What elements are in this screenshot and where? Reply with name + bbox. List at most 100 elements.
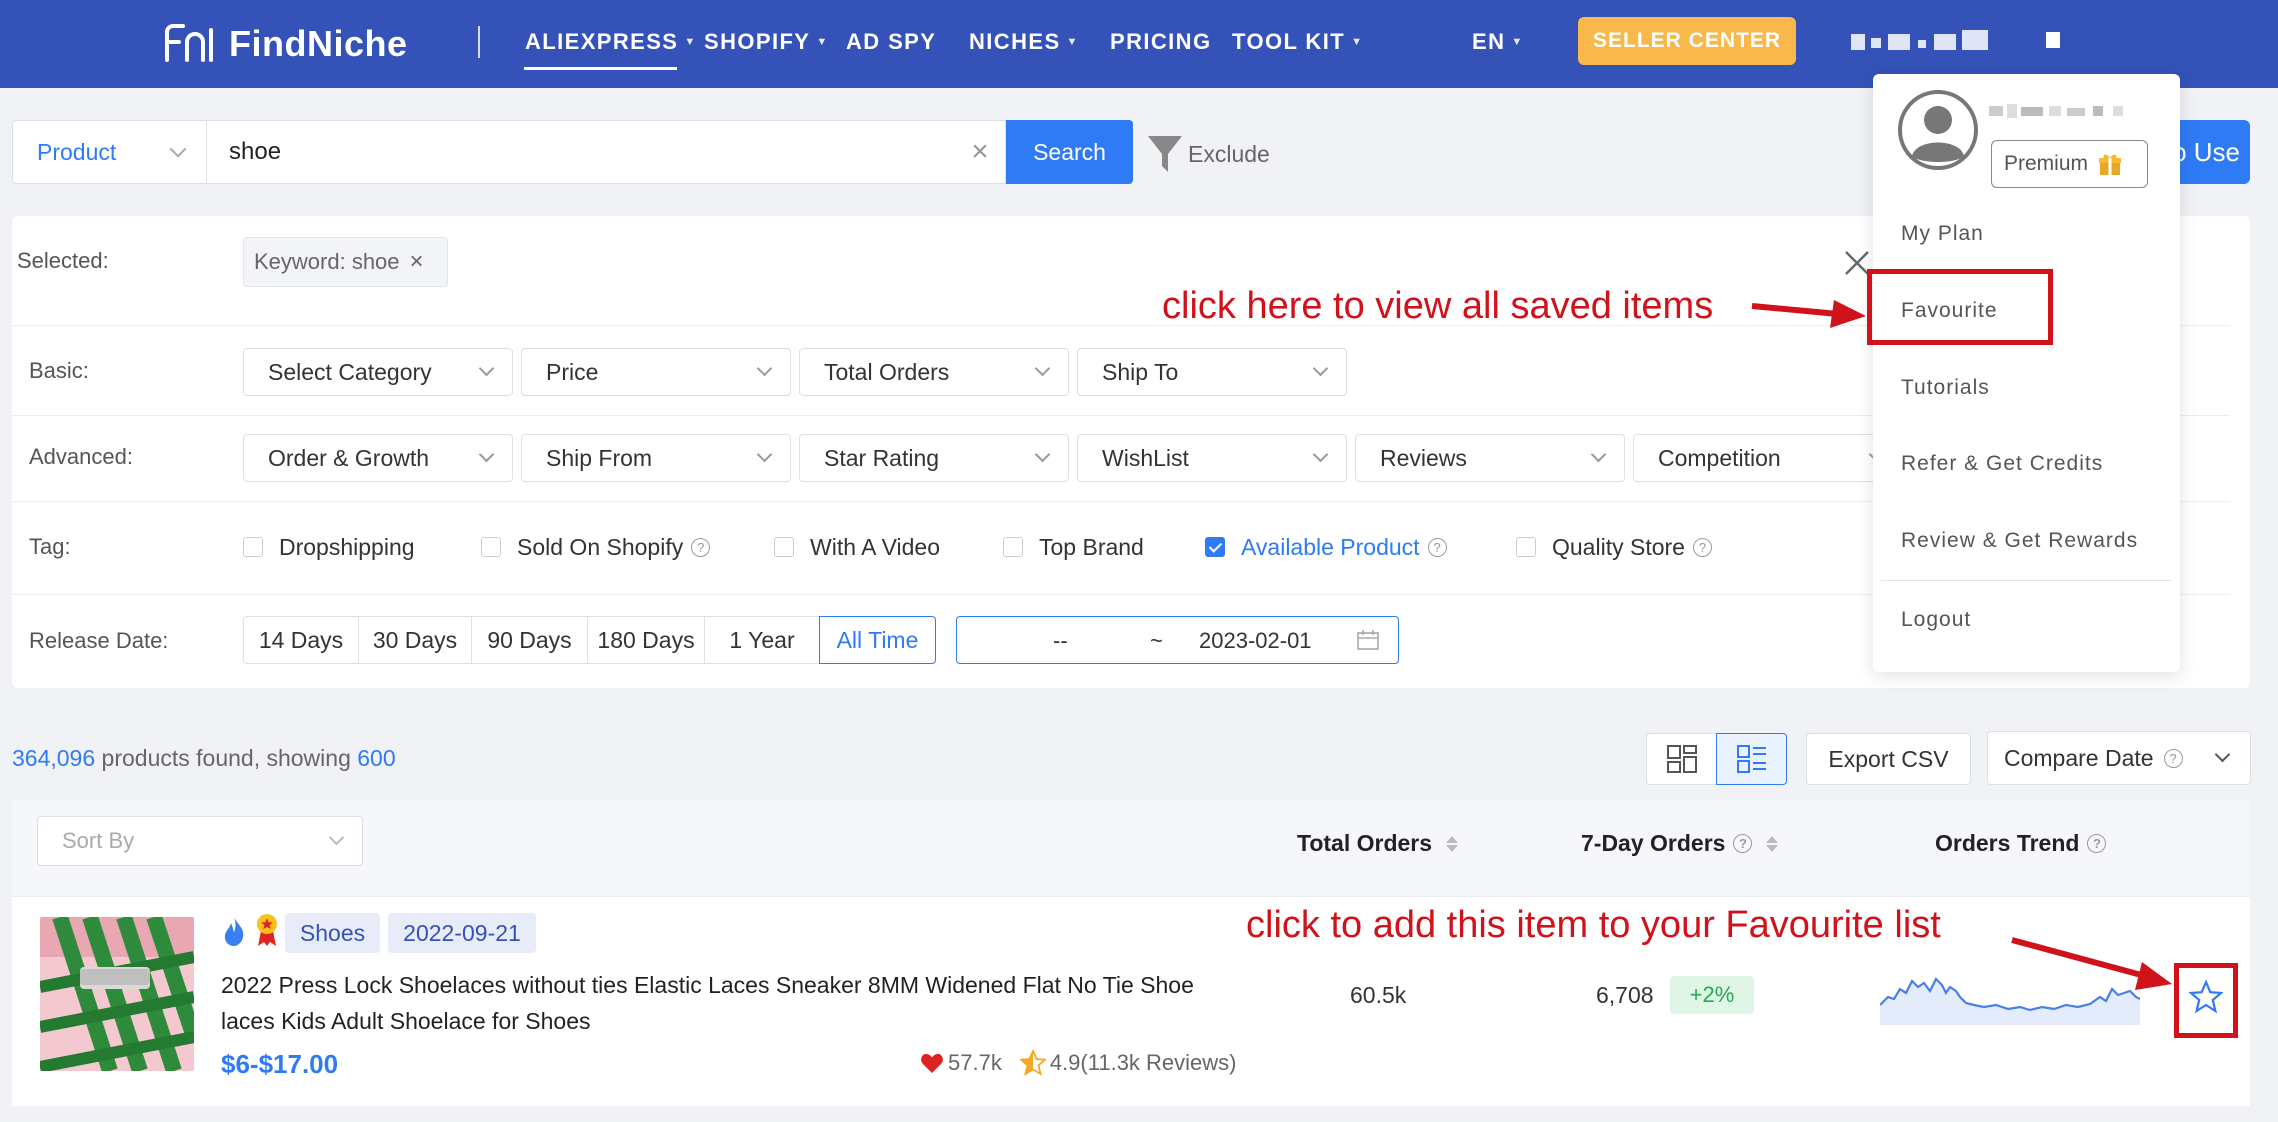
results-text: products found, showing <box>95 745 358 771</box>
product-thumbnail[interactable] <box>40 917 194 1071</box>
seller-center-button[interactable]: SELLER CENTER <box>1578 17 1796 65</box>
release-1-year[interactable]: 1 Year <box>704 616 820 664</box>
caret-down-icon: ▼ <box>816 36 829 48</box>
help-icon[interactable]: ? <box>1733 834 1753 853</box>
checkbox[interactable] <box>243 537 263 557</box>
export-csv-button[interactable]: Export CSV <box>1806 733 1971 785</box>
total-orders-dropdown[interactable]: Total Orders <box>799 348 1069 396</box>
results-summary: 364,096 products found, showing 600 <box>12 745 396 772</box>
col-total-orders[interactable]: Total Orders <box>1297 830 1459 857</box>
favourite-annotation: click here to view all saved items <box>1162 285 1714 327</box>
tag-top-brand[interactable]: Top Brand <box>1003 532 1144 562</box>
premium-badge[interactable]: Premium <box>1991 140 2148 188</box>
checkbox[interactable] <box>774 537 794 557</box>
nav-niches[interactable]: NICHES ▼ <box>969 26 1079 58</box>
search-button[interactable]: Search <box>1006 120 1133 184</box>
language-label: EN <box>1472 29 1506 54</box>
col-total-orders-label: Total Orders <box>1297 830 1433 856</box>
price-dropdown[interactable]: Price <box>521 348 791 396</box>
avatar <box>1898 90 1978 170</box>
menu-refer-get-credits[interactable]: Refer & Get Credits <box>1901 452 2103 476</box>
help-icon[interactable]: ? <box>2087 834 2107 853</box>
exclude-label: Exclude <box>1188 140 1270 167</box>
list-view-button[interactable] <box>1716 733 1787 785</box>
date-range-picker[interactable]: -- ~ 2023-02-01 <box>956 616 1399 664</box>
redacted-username <box>1888 34 1910 50</box>
chip-label: Keyword: shoe <box>254 249 400 274</box>
tag-quality-store[interactable]: Quality Store? <box>1516 532 1712 562</box>
reviews-dropdown[interactable]: Reviews <box>1355 434 1625 482</box>
nav-shopify[interactable]: SHOPIFY ▼ <box>704 26 829 58</box>
rating-text: 4.9(11.3k Reviews) <box>1049 1050 1237 1075</box>
category-badge[interactable]: Shoes <box>285 913 380 953</box>
filter-icon <box>1148 136 1182 172</box>
search-type-select[interactable]: Product <box>12 120 207 184</box>
checkbox[interactable] <box>1516 537 1536 557</box>
release-30-days[interactable]: 30 Days <box>358 616 472 664</box>
tag-with-a-video[interactable]: With A Video <box>774 532 940 562</box>
results-count: 364,096 <box>12 745 96 771</box>
date-from: -- <box>1053 628 1068 653</box>
exclude-button[interactable]: Exclude <box>1146 132 1270 176</box>
help-icon[interactable]: ? <box>1427 537 1447 557</box>
select-category-dropdown[interactable]: Select Category <box>243 348 513 396</box>
search-input[interactable]: shoe <box>207 120 1006 184</box>
sort-by-select[interactable]: Sort By <box>37 816 363 866</box>
favourite-highlight-box <box>1867 269 2053 345</box>
dropdown-label: Star Rating <box>824 444 940 471</box>
advanced-label: Advanced: <box>29 444 133 469</box>
tag-label-text: Sold On Shopify <box>517 533 684 560</box>
release-all-time[interactable]: All Time <box>819 616 936 664</box>
dropdown-label: Total Orders <box>824 358 950 385</box>
order-growth-dropdown[interactable]: Order & Growth <box>243 434 513 482</box>
wishlist-dropdown[interactable]: WishList <box>1077 434 1347 482</box>
language-selector[interactable]: EN ▼ <box>1472 26 1524 58</box>
grid-view-button[interactable] <box>1646 733 1717 785</box>
nav-tool-kit[interactable]: TOOL KIT ▼ <box>1232 26 1363 58</box>
nav-pricing[interactable]: PRICING <box>1110 26 1211 58</box>
calendar-icon <box>1357 630 1379 650</box>
tag-dropshipping[interactable]: Dropshipping <box>243 532 415 562</box>
brand-logo[interactable]: FindNiche <box>163 20 408 68</box>
product-image <box>40 917 194 1071</box>
ship-from-dropdown[interactable]: Ship From <box>521 434 791 482</box>
menu-logout[interactable]: Logout <box>1901 608 1971 632</box>
help-icon[interactable]: ? <box>2163 748 2183 768</box>
sort-icon[interactable] <box>1766 835 1779 852</box>
release-90-days[interactable]: 90 Days <box>471 616 588 664</box>
col-7day-orders[interactable]: 7-Day Orders ? <box>1581 830 1779 857</box>
redacted-username <box>1934 34 1956 50</box>
tag-available-product[interactable]: Available Product? <box>1205 532 1447 562</box>
nav-active-indicator <box>524 67 677 70</box>
compare-date-select[interactable]: Compare Date ? <box>1987 731 2251 785</box>
checkbox[interactable] <box>481 537 501 557</box>
nav-aliexpress[interactable]: ALIEXPRESS ▼ <box>525 26 697 58</box>
help-icon[interactable]: ? <box>691 537 711 557</box>
orders-trend-sparkline <box>1880 977 2140 1025</box>
menu-review-get-rewards[interactable]: Review & Get Rewards <box>1901 529 2138 553</box>
star-rating-dropdown[interactable]: Star Rating <box>799 434 1069 482</box>
release-180-days[interactable]: 180 Days <box>587 616 705 664</box>
competition-dropdown[interactable]: Competition <box>1633 434 1903 482</box>
clear-search-icon[interactable]: × <box>966 137 994 167</box>
ship-to-dropdown[interactable]: Ship To <box>1077 348 1347 396</box>
tag-sold-on-shopify[interactable]: Sold On Shopify? <box>481 532 711 562</box>
help-icon[interactable]: ? <box>1692 537 1712 557</box>
chevron-down-icon <box>1034 446 1051 463</box>
star-rating-icon <box>1019 1050 1046 1076</box>
menu-tutorials[interactable]: Tutorials <box>1901 376 1990 400</box>
view-toggle <box>1646 733 1788 785</box>
release-14-days[interactable]: 14 Days <box>243 616 359 664</box>
sort-icon[interactable] <box>1446 835 1459 852</box>
growth-badge: +2% <box>1670 976 1754 1014</box>
remove-chip-icon[interactable]: × <box>410 248 424 276</box>
product-title[interactable]: 2022 Press Lock Shoelaces without ties E… <box>221 967 1221 1039</box>
findniche-logo-icon <box>165 24 213 62</box>
caret-down-icon: ▼ <box>684 36 697 48</box>
menu-my-plan[interactable]: My Plan <box>1901 222 1984 246</box>
tag-label-text: Available Product <box>1241 533 1420 560</box>
checkbox[interactable] <box>1003 537 1023 557</box>
nav-ad-spy[interactable]: AD SPY <box>846 26 936 58</box>
chevron-down-icon <box>1590 446 1607 463</box>
checkbox-checked[interactable] <box>1205 537 1225 557</box>
